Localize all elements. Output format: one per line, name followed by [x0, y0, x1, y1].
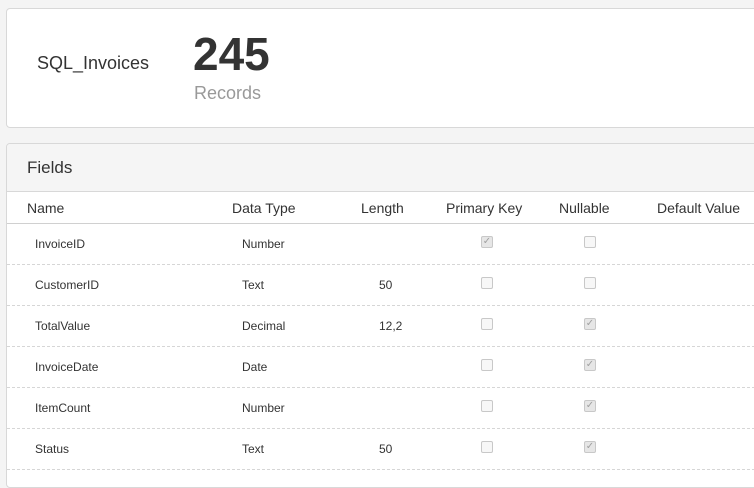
field-length: 12,2 — [379, 319, 403, 333]
nullable-checkbox[interactable] — [584, 277, 596, 289]
field-data-type: Text — [242, 278, 265, 292]
field-length: 50 — [379, 278, 393, 292]
column-header-data-type[interactable]: Data Type — [232, 200, 296, 216]
fields-title: Fields — [27, 158, 73, 177]
primary-key-checkbox[interactable] — [481, 318, 493, 330]
fields-table-body: InvoiceID Number ✓ CustomerID Text 50 TotalVal… — [7, 224, 754, 470]
nullable-checkbox[interactable]: ✓ — [584, 359, 596, 371]
field-name: InvoiceDate — [35, 360, 99, 374]
field-length: 50 — [379, 442, 393, 456]
table-row[interactable]: CustomerID Text 50 — [7, 265, 754, 306]
table-row[interactable]: TotalValue Decimal 12,2 ✓ — [7, 306, 754, 347]
column-header-length[interactable]: Length — [361, 200, 404, 216]
field-name: Status — [35, 442, 70, 456]
field-data-type: Text — [242, 442, 265, 456]
table-row[interactable]: ItemCount Number ✓ — [7, 388, 754, 429]
nullable-checkbox[interactable]: ✓ — [584, 400, 596, 412]
field-data-type: Number — [242, 401, 285, 415]
summary-card: SQL_Invoices 245 Records — [6, 8, 754, 128]
field-name: CustomerID — [35, 278, 100, 292]
table-header-row: Name Data Type Length Primary Key Nullab… — [7, 192, 754, 224]
primary-key-checkbox[interactable] — [481, 441, 493, 453]
field-name: TotalValue — [35, 319, 91, 333]
table-name: SQL_Invoices — [37, 53, 150, 73]
column-header-nullable[interactable]: Nullable — [559, 200, 610, 216]
table-row[interactable]: InvoiceDate Date ✓ — [7, 347, 754, 388]
nullable-checkbox[interactable]: ✓ — [584, 441, 596, 453]
field-data-type: Number — [242, 237, 285, 251]
primary-key-checkbox[interactable] — [481, 359, 493, 371]
column-header-name[interactable]: Name — [27, 200, 64, 216]
fields-panel-header: Fields — [7, 144, 754, 192]
field-name: InvoiceID — [35, 237, 86, 251]
nullable-checkbox[interactable] — [584, 236, 596, 248]
field-data-type: Date — [242, 360, 268, 374]
primary-key-checkbox[interactable] — [481, 277, 493, 289]
primary-key-checkbox[interactable] — [481, 400, 493, 412]
table-row[interactable]: InvoiceID Number ✓ — [7, 224, 754, 265]
field-name: ItemCount — [35, 401, 91, 415]
fields-panel: Fields Name Data Type Length Primary Key… — [6, 143, 754, 488]
record-count: 245 — [193, 28, 270, 80]
table-row[interactable]: Status Text 50 ✓ — [7, 429, 754, 470]
field-data-type: Decimal — [242, 319, 286, 333]
nullable-checkbox[interactable]: ✓ — [584, 318, 596, 330]
column-header-primary-key[interactable]: Primary Key — [446, 200, 522, 216]
record-count-label: Records — [194, 83, 262, 103]
column-header-default-value[interactable]: Default Value — [657, 200, 740, 216]
primary-key-checkbox[interactable]: ✓ — [481, 236, 493, 248]
